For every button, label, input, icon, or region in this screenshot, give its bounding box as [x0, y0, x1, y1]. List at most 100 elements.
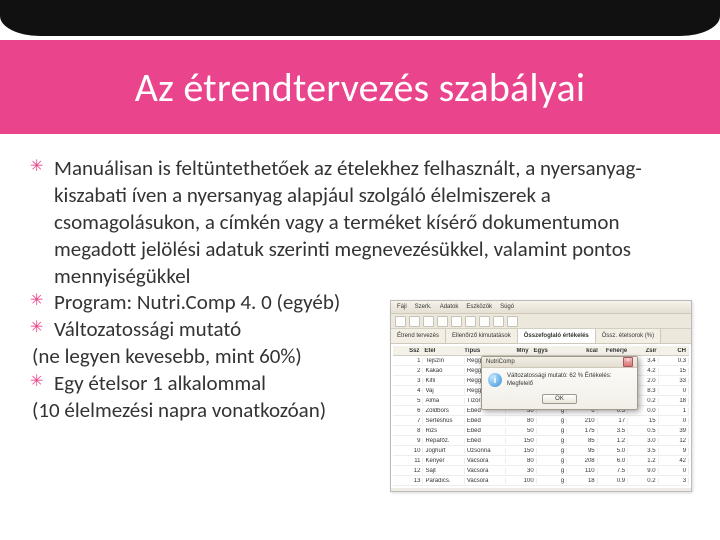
table-cell: 0: [659, 468, 689, 474]
toolbar-button[interactable]: [437, 316, 448, 327]
close-icon[interactable]: ×: [623, 357, 633, 367]
table-cell: 18: [567, 478, 597, 484]
table-row[interactable]: 12SajtVacsora30g1107.59.00: [393, 466, 689, 476]
col-header: Fehérje: [601, 348, 630, 354]
table-cell: 0.9: [598, 478, 628, 484]
tab[interactable]: Összefoglaló értékelés: [518, 329, 596, 343]
table-cell: Répafőz.: [423, 438, 464, 444]
table-cell: Vacsora: [465, 458, 506, 464]
col-header: Ssz: [393, 348, 422, 354]
table-cell: 150: [506, 438, 536, 444]
table-cell: 33: [659, 378, 689, 384]
toolbar: [391, 314, 691, 329]
table-cell: 18: [659, 398, 689, 404]
table-row[interactable]: 8RizsEbéd50g1753.50.539: [393, 426, 689, 436]
table-cell: 12: [659, 438, 689, 444]
table-cell: Kenyér: [423, 458, 464, 464]
bullet-item: Manuálisan is feltüntethetőek az ételekh…: [30, 155, 690, 289]
table-row[interactable]: 10JoghurtUzsonna150g955.03.59: [393, 446, 689, 456]
table-cell: 3: [393, 378, 423, 384]
menu-item[interactable]: Fájl: [397, 304, 407, 310]
table-cell: 42: [659, 458, 689, 464]
menu-item[interactable]: Szerk.: [415, 304, 432, 310]
table-row[interactable]: 11KenyérVacsora80g2086.01.242: [393, 456, 689, 466]
embedded-app-screenshot: Fájl Szerk. Adatok Eszközök Súgó Étrend …: [390, 300, 692, 492]
table-cell: g: [537, 448, 567, 454]
tabs: Étrend tervezés Ellenőrző kimutatások Ös…: [391, 329, 691, 344]
table-cell: g: [537, 458, 567, 464]
dialog-message: Változatossági mutató: 62 % Értékelés: M…: [507, 373, 631, 389]
table-cell: 6.0: [598, 458, 628, 464]
col-header: CH: [660, 348, 689, 354]
bullet-item: Változatossági mutató: [30, 316, 414, 343]
table-cell: 85: [567, 438, 597, 444]
message-dialog: NutriComp × i Változatossági mutató: 62 …: [481, 356, 638, 410]
table-cell: 3.0: [628, 438, 658, 444]
toolbar-button[interactable]: [451, 316, 462, 327]
toolbar-button[interactable]: [493, 316, 504, 327]
menu-item[interactable]: Súgó: [500, 304, 514, 310]
slide: Az étrendtervezés szabályai Manuálisan i…: [0, 0, 720, 540]
table-cell: 7: [393, 418, 423, 424]
table-cell: 7.5: [598, 468, 628, 474]
table-cell: g: [537, 478, 567, 484]
table-cell: Ebéd: [465, 438, 506, 444]
table-cell: Tejszín: [423, 358, 464, 364]
col-header: Zsír: [630, 348, 659, 354]
table-cell: g: [537, 418, 567, 424]
table-cell: Kifli: [423, 378, 464, 384]
table-cell: 15: [628, 418, 658, 424]
table-cell: 9.0: [628, 468, 658, 474]
table-cell: Joghurt: [423, 448, 464, 454]
table-cell: 6: [393, 408, 423, 414]
table-row[interactable]: 7SertéshúsEbéd80g21017150: [393, 416, 689, 426]
toolbar-button[interactable]: [479, 316, 490, 327]
table-cell: 5.0: [598, 448, 628, 454]
table-cell: Paradics.: [423, 478, 464, 484]
tab[interactable]: Ellenőrző kimutatások: [446, 329, 518, 343]
table-cell: 210: [567, 418, 597, 424]
table-cell: Ebéd: [465, 428, 506, 434]
table-cell: Sajt: [423, 468, 464, 474]
table-cell: 30: [506, 468, 536, 474]
table-cell: 1.2: [598, 438, 628, 444]
table-row[interactable]: 13Paradics.Vacsora100g180.90.23: [393, 476, 689, 486]
table-cell: 3.5: [598, 428, 628, 434]
menu-item[interactable]: Eszközök: [466, 304, 492, 310]
table-cell: Vacsora: [465, 478, 506, 484]
table-cell: 50: [506, 428, 536, 434]
table-cell: 3: [659, 478, 689, 484]
table-cell: 39: [659, 428, 689, 434]
top-dark-bar: [0, 0, 720, 36]
menu-item[interactable]: Adatok: [440, 304, 459, 310]
dialog-titlebar: NutriComp ×: [482, 357, 637, 368]
table-cell: g: [537, 438, 567, 444]
table-cell: Sertéshús: [423, 418, 464, 424]
table-cell: Ebéd: [465, 418, 506, 424]
toolbar-button[interactable]: [465, 316, 476, 327]
tab[interactable]: Étrend tervezés: [391, 329, 446, 343]
table-cell: 100: [506, 478, 536, 484]
table-cell: 10: [393, 448, 423, 454]
table-row[interactable]: 9Répafőz.Ebéd150g851.23.012: [393, 436, 689, 446]
toolbar-button[interactable]: [395, 316, 406, 327]
col-header: Mny: [502, 348, 531, 354]
table-cell: 0: [659, 418, 689, 424]
toolbar-button[interactable]: [423, 316, 434, 327]
toolbar-button[interactable]: [409, 316, 420, 327]
table-cell: 1: [393, 358, 423, 364]
toolbar-button[interactable]: [507, 316, 518, 327]
table-cell: 15: [659, 368, 689, 374]
title-band: Az étrendtervezés szabályai: [0, 40, 720, 134]
table-cell: 0.3: [659, 358, 689, 364]
sub-line: (10 élelmezési napra vonatkozóan): [30, 397, 392, 424]
col-header: Étel: [422, 348, 462, 354]
table-cell: 110: [567, 468, 597, 474]
table-cell: 8: [393, 428, 423, 434]
ok-button[interactable]: OK: [542, 394, 577, 404]
table-cell: 12: [393, 468, 423, 474]
table-cell: Zöldbors: [423, 408, 464, 414]
table-cell: 0.5: [628, 428, 658, 434]
table-cell: 0.2: [628, 478, 658, 484]
tab[interactable]: Össz. ételsorok (%): [596, 329, 661, 343]
